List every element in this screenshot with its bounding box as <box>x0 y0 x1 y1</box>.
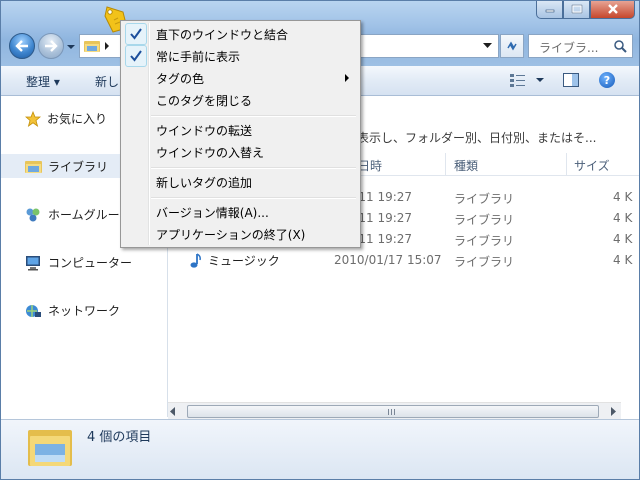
row-type: ライブラリ <box>454 255 515 269</box>
row-size: 4 K <box>613 253 633 267</box>
nav-item-label: ホームグルー <box>48 208 120 222</box>
library-icon <box>25 161 42 173</box>
forward-button[interactable] <box>38 33 64 59</box>
column-separator[interactable] <box>445 153 446 175</box>
nav-item-label: コンピューター <box>48 256 133 270</box>
nav-item-favorites[interactable]: お気に入り <box>25 110 107 127</box>
view-dropdown-icon[interactable] <box>536 78 544 83</box>
help-icon[interactable]: ? <box>599 72 615 88</box>
row-size: 4 K <box>613 232 633 246</box>
library-header-subtitle: 表示し、フォルダー別、日付別、またはそ... <box>357 131 597 145</box>
library-large-icon <box>28 430 72 466</box>
column-header-type[interactable]: 種類 <box>454 157 478 174</box>
row-date: 2010/01/17 15:07 <box>334 253 442 267</box>
refresh-button[interactable] <box>500 34 524 58</box>
menu-item-tag-color[interactable]: タグの色 <box>123 67 358 89</box>
tag-context-menu: 直下のウインドウと結合 常に手前に表示 タグの色 このタグを閉じる ウインドウの… <box>120 20 361 248</box>
column-separator[interactable] <box>566 153 567 175</box>
menu-separator <box>151 115 356 117</box>
menu-item-exit-application[interactable]: アプリケーションの終了(X) <box>123 223 358 245</box>
row-size: 4 K <box>613 190 633 204</box>
minimize-icon[interactable] <box>536 0 563 19</box>
search-placeholder: ライブラ... <box>539 41 599 55</box>
item-count: 4 個の項目 <box>87 430 152 445</box>
nav-item-label: ライブラリ <box>48 160 109 174</box>
refresh-icon <box>507 41 517 51</box>
nav-item-homegroup[interactable]: ホームグルー <box>25 206 120 223</box>
menu-item-always-on-top[interactable]: 常に手前に表示 <box>123 45 358 67</box>
nav-item-label: ネットワーク <box>48 304 121 318</box>
menu-item-label: タグの色 <box>156 72 205 86</box>
new-library-button[interactable]: 新し <box>95 73 119 90</box>
menu-item-label: このタグを閉じる <box>156 94 253 108</box>
horizontal-scrollbar[interactable] <box>168 402 621 420</box>
column-header-date[interactable]: 日時 <box>358 157 382 174</box>
menu-item-add-new-tag[interactable]: 新しいタグの追加 <box>123 171 358 193</box>
row-name-cell: ミュージック <box>188 252 280 269</box>
row-name: ミュージック <box>208 254 280 268</box>
table-row[interactable]: ミュージック 2010/01/17 15:07 ライブラリ 4 K <box>168 250 639 271</box>
nav-item-computer[interactable]: コンピューター <box>25 254 132 271</box>
row-type: ライブラリ <box>454 234 515 248</box>
maximize-icon[interactable] <box>563 0 590 19</box>
menu-item-swap-window[interactable]: ウインドウの入替え <box>123 141 358 163</box>
row-type: ライブラリ <box>454 213 515 227</box>
scroll-left-icon[interactable] <box>170 407 176 416</box>
menu-item-label: アプリケーションの終了(X) <box>156 228 306 242</box>
checkmark-icon <box>125 45 147 67</box>
music-note-icon <box>190 252 201 268</box>
menu-item-label: バージョン情報(A)... <box>156 206 269 220</box>
scroll-right-icon[interactable] <box>611 407 617 416</box>
menu-item-label: 常に手前に表示 <box>156 50 241 64</box>
row-type: ライブラリ <box>454 192 515 206</box>
row-size: 4 K <box>613 211 633 225</box>
scrollbar-thumb[interactable] <box>187 405 599 418</box>
menu-item-transfer-window[interactable]: ウインドウの転送 <box>123 119 358 141</box>
nav-item-label: お気に入り <box>47 112 108 126</box>
address-dropdown-icon[interactable] <box>483 43 492 49</box>
nav-item-libraries[interactable]: ライブラリ <box>25 158 108 175</box>
back-button[interactable] <box>9 33 35 59</box>
star-icon <box>25 110 41 127</box>
menu-separator <box>151 167 356 169</box>
network-icon <box>26 304 41 317</box>
menu-item-label: 新しいタグの追加 <box>156 176 253 190</box>
computer-icon <box>26 255 40 270</box>
menu-item-version-info[interactable]: バージョン情報(A)... <box>123 201 358 223</box>
submenu-arrow-icon <box>345 74 349 82</box>
details-pane: 4 個の項目 <box>1 419 639 480</box>
menu-separator <box>151 197 356 199</box>
menu-item-close-tag[interactable]: このタグを閉じる <box>123 89 358 111</box>
preview-pane-icon[interactable] <box>563 73 579 87</box>
organize-button[interactable]: 整理 ▾ <box>26 73 60 90</box>
homegroup-icon <box>26 208 40 221</box>
close-icon[interactable] <box>590 0 635 19</box>
scroll-grip <box>388 409 396 415</box>
view-options-icon[interactable] <box>509 72 527 88</box>
search-input[interactable]: ライブラ... <box>528 34 633 58</box>
checkmark-icon <box>125 23 147 45</box>
menu-item-merge-lower-window[interactable]: 直下のウインドウと結合 <box>123 23 358 45</box>
menu-item-label: ウインドウの入替え <box>156 146 265 160</box>
column-header-size[interactable]: サイズ <box>574 157 610 174</box>
menu-item-label: 直下のウインドウと結合 <box>156 28 289 42</box>
recent-pages-dropdown-icon[interactable] <box>66 42 76 52</box>
nav-item-network[interactable]: ネットワーク <box>25 302 120 319</box>
breadcrumb-arrow-icon[interactable] <box>104 42 110 50</box>
menu-item-label: ウインドウの転送 <box>156 124 253 138</box>
caption-buttons <box>536 0 635 20</box>
library-folder-icon <box>84 41 100 52</box>
search-icon[interactable] <box>614 40 627 53</box>
